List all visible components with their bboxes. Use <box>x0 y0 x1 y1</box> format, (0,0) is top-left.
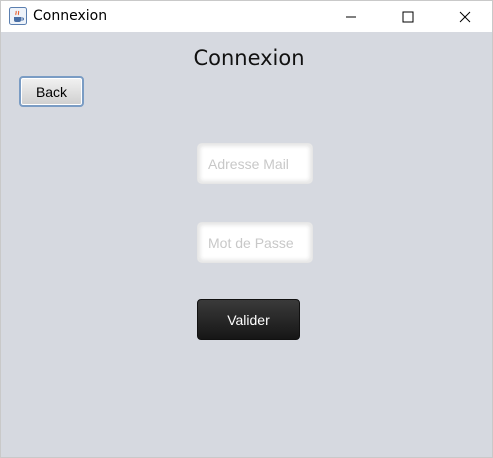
password-input[interactable] <box>198 223 312 262</box>
email-input[interactable] <box>198 144 312 183</box>
password-field[interactable] <box>197 222 313 263</box>
window-title: Connexion <box>33 8 108 24</box>
java-coffee-cup-icon <box>9 7 27 25</box>
close-button[interactable] <box>442 1 488 32</box>
email-field[interactable] <box>197 143 313 184</box>
page-title: Connexion <box>193 46 305 70</box>
title-bar[interactable]: Connexion <box>1 1 492 32</box>
submit-button[interactable]: Valider <box>197 299 300 340</box>
minimize-button[interactable] <box>328 1 374 32</box>
maximize-button[interactable] <box>385 1 431 32</box>
close-icon <box>459 11 471 22</box>
maximize-icon <box>402 11 414 22</box>
minimize-icon <box>346 16 356 17</box>
back-button[interactable]: Back <box>19 76 84 107</box>
login-window: Connexion Connexion Back Valider <box>0 0 493 458</box>
